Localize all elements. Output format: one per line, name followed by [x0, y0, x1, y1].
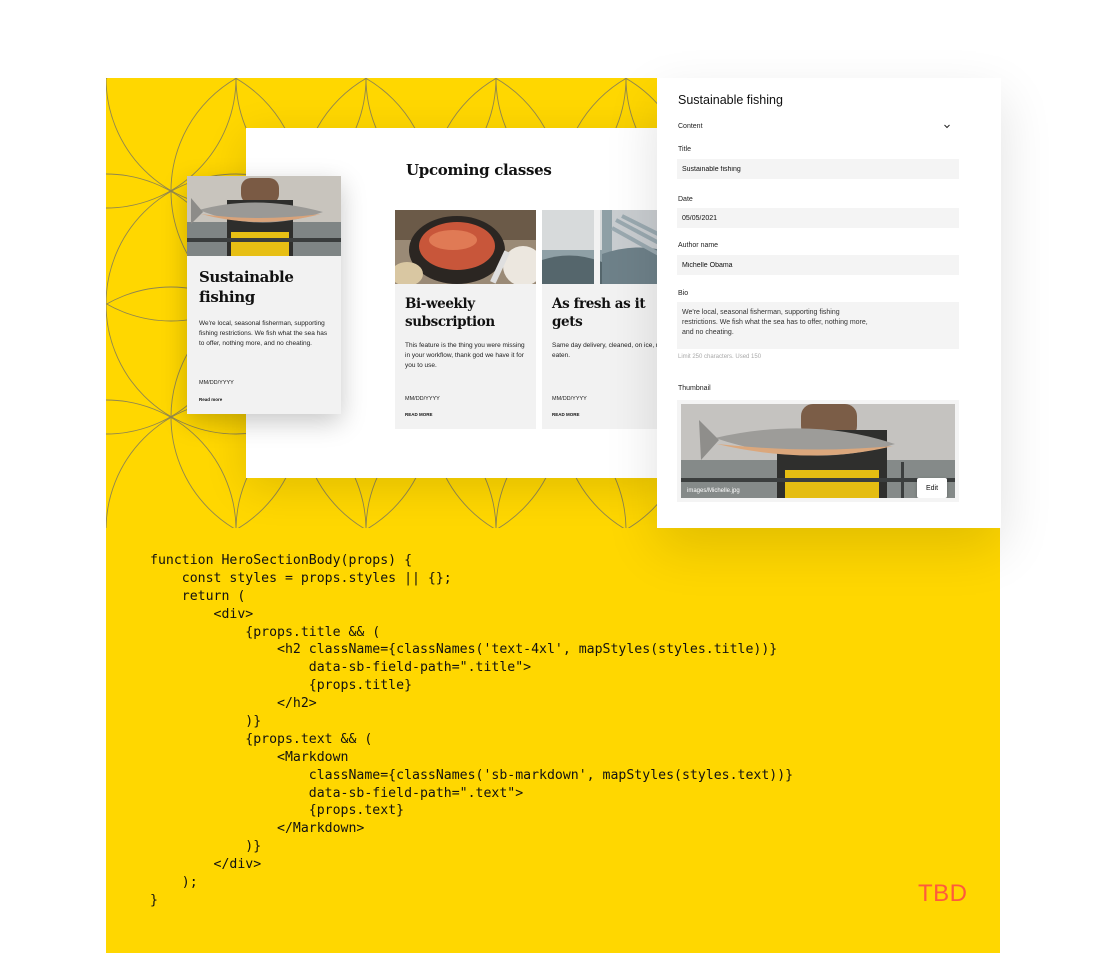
class-card-sustainable-fishing[interactable]: Sustainable fishing We're local, seasona…	[187, 176, 341, 414]
chevron-down-icon[interactable]	[942, 121, 952, 131]
bio-text: We're local, seasonal fisherman, support…	[682, 309, 868, 337]
code-line: )}	[150, 714, 262, 730]
card-date: MM/DD/YYYY	[199, 380, 234, 386]
date-field[interactable]	[677, 208, 959, 228]
code-line: {props.title}	[150, 678, 413, 694]
card-date: MM/DD/YYYY	[405, 396, 440, 402]
content-editor-panel: Sustainable fishing Content Title Date A…	[657, 78, 1001, 528]
thumbnail-image: images/Michelle.jpg Edit	[681, 404, 955, 498]
author-name-field[interactable]	[677, 255, 959, 275]
fish-crates-image	[542, 210, 666, 284]
code-line: {props.title && (	[150, 624, 381, 640]
thumbnail-path: images/Michelle.jpg	[687, 488, 740, 494]
bio-character-hint: Limit 250 characters. Used 150	[678, 354, 762, 360]
fisherman-salmon-image	[187, 176, 341, 256]
fisherman-salmon-thumbnail	[681, 404, 955, 498]
code-line: }	[150, 892, 158, 908]
code-line: </h2>	[150, 696, 317, 712]
code-line: data-sb-field-path=".title">	[150, 660, 532, 676]
code-line: {props.text}	[150, 803, 405, 819]
card-description: We're local, seasonal fisherman, support…	[199, 320, 328, 347]
title-field[interactable]	[677, 159, 959, 179]
code-line: )}	[150, 839, 262, 855]
code-line: <Markdown	[150, 749, 349, 765]
read-more-link[interactable]: READ MORE	[552, 412, 580, 417]
code-line: return (	[150, 588, 246, 604]
code-line: data-sb-field-path=".text">	[150, 785, 524, 801]
code-line: className={classNames('sb-markdown', map…	[150, 767, 794, 783]
edit-thumbnail-button[interactable]: Edit	[917, 478, 947, 498]
card-title: As fresh as it gets	[552, 296, 646, 330]
card-title: Bi-weekly subscription	[405, 296, 495, 330]
title-field-label: Title	[678, 146, 691, 153]
thumbnail-field-label: Thumbnail	[678, 385, 711, 392]
bio-field-label: Bio	[678, 290, 689, 297]
card-title: Sustainable fishing	[199, 268, 294, 306]
thumbnail-field: images/Michelle.jpg Edit	[677, 400, 959, 502]
read-more-link[interactable]: Read more	[199, 397, 222, 402]
code-snippet: function HeroSectionBody(props) { const …	[150, 552, 793, 910]
upcoming-classes-heading: Upcoming classes	[406, 161, 552, 179]
editor-heading: Sustainable fishing	[678, 93, 783, 107]
card-date: MM/DD/YYYY	[552, 396, 587, 402]
class-card-fresh[interactable]: As fresh as it gets Same day delivery, c…	[542, 210, 666, 429]
author-field-label: Author name	[678, 242, 719, 249]
code-line: </Markdown>	[150, 821, 365, 837]
code-line: </div>	[150, 857, 262, 873]
class-card-subscription[interactable]: Bi-weekly subscription This feature is t…	[395, 210, 536, 429]
code-line: <div>	[150, 606, 254, 622]
code-line: {props.text && (	[150, 731, 373, 747]
code-line: const styles = props.styles || {};	[150, 570, 452, 586]
code-line: function HeroSectionBody(props) {	[150, 553, 413, 568]
read-more-link[interactable]: READ MORE	[405, 412, 433, 417]
section-label: Content	[678, 123, 703, 130]
card-description: Same day delivery, cleaned, on ice, r to…	[552, 342, 666, 359]
bio-textarea[interactable]: We're local, seasonal fisherman, support…	[677, 302, 959, 349]
content-section-toggle[interactable]: Content	[678, 123, 952, 135]
code-line: <h2 className={classNames('text-4xl', ma…	[150, 642, 778, 658]
brand-logo-text: TBD	[918, 880, 968, 907]
food-pan-image	[395, 210, 536, 284]
card-description: This feature is the thing you were missi…	[405, 342, 525, 369]
date-field-label: Date	[678, 196, 693, 203]
code-line: );	[150, 875, 198, 891]
